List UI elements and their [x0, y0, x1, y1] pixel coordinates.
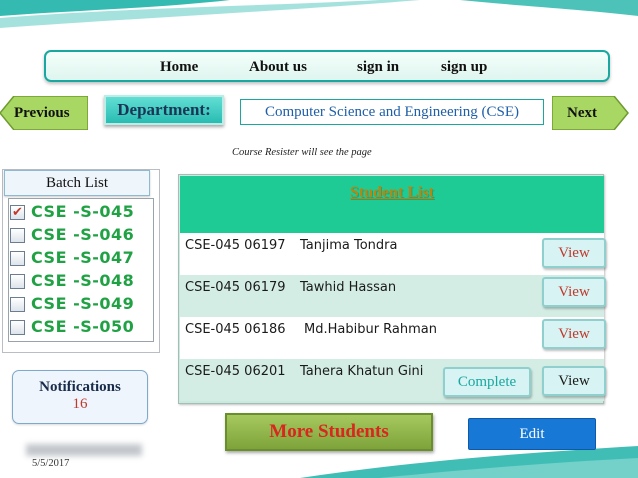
batch-item-label: CSE -S-048 — [31, 271, 135, 290]
student-row: CSE-045 06186 Md.Habibur Rahman — [180, 317, 604, 359]
top-navbar: Home About us sign in sign up — [44, 50, 610, 82]
next-label: Next — [567, 105, 597, 121]
student-name: Tanjima Tondra — [300, 238, 398, 253]
nav-about-us[interactable]: About us — [249, 59, 307, 76]
batch-item-cse-s-045[interactable]: ✔ CSE -S-045 — [10, 201, 140, 223]
student-name: Md.Habibur Rahman — [304, 322, 437, 337]
department-label: Department: — [104, 95, 224, 125]
student-row: CSE-045 06179 Tawhid Hassan — [180, 275, 604, 317]
checkbox-icon[interactable] — [10, 228, 25, 243]
checkbox-checked-icon[interactable]: ✔ — [10, 205, 25, 220]
nav-sign-in[interactable]: sign in — [357, 59, 399, 76]
student-list-panel: Student List CSE-045 06197 Tanjima Tondr… — [178, 174, 604, 404]
notifications-count: 16 — [72, 396, 88, 412]
previous-label: Previous — [14, 105, 70, 121]
batch-item-cse-s-047[interactable]: CSE -S-047 — [10, 247, 140, 269]
top-right-swoosh — [460, 0, 638, 16]
nav-home[interactable]: Home — [160, 59, 198, 76]
batch-item-label: CSE -S-046 — [31, 225, 135, 244]
view-button[interactable]: View — [542, 238, 606, 268]
batch-item-label: CSE -S-050 — [31, 317, 135, 336]
next-button[interactable]: Next — [552, 96, 630, 130]
view-button[interactable]: View — [542, 366, 606, 396]
complete-button[interactable]: Complete — [443, 367, 531, 397]
checkbox-icon[interactable] — [10, 320, 25, 335]
student-name: Tawhid Hassan — [300, 280, 397, 295]
batch-item-cse-s-050[interactable]: CSE -S-050 — [10, 316, 140, 338]
student-id: CSE-045 06179 — [185, 280, 286, 295]
course-register-hint: Course Resister will see the page — [232, 147, 372, 158]
checkbox-icon[interactable] — [10, 274, 25, 289]
checkbox-icon[interactable] — [10, 251, 25, 266]
department-field[interactable]: Computer Science and Engineering (CSE) — [240, 99, 544, 125]
student-row: CSE-045 06201 Tahera Khatun Gini — [180, 359, 604, 401]
more-students-button[interactable]: More Students — [225, 413, 433, 451]
student-id: CSE-045 06197 — [185, 238, 286, 253]
batch-item-cse-s-046[interactable]: CSE -S-046 — [10, 224, 140, 246]
previous-button[interactable]: Previous — [0, 96, 88, 130]
batch-item-label: CSE -S-047 — [31, 248, 135, 267]
blurred-footer-text — [26, 444, 142, 456]
view-button[interactable]: View — [542, 277, 606, 307]
student-id: CSE-045 06201 — [185, 364, 286, 379]
student-id: CSE-045 06186 — [185, 322, 286, 337]
student-row: CSE-045 06197 Tanjima Tondra — [180, 233, 604, 275]
student-list-header: Student List — [180, 176, 604, 233]
batch-item-label: CSE -S-049 — [31, 294, 135, 313]
batch-item-label: CSE -S-045 — [31, 202, 135, 221]
view-button[interactable]: View — [542, 319, 606, 349]
student-name: Tahera Khatun Gini — [300, 364, 424, 379]
date-label: 5/5/2017 — [32, 458, 70, 469]
notifications-box[interactable]: Notifications 16 — [12, 370, 148, 424]
edit-button[interactable]: Edit — [468, 418, 596, 450]
batch-item-cse-s-049[interactable]: CSE -S-049 — [10, 293, 140, 315]
checkbox-icon[interactable] — [10, 297, 25, 312]
batch-list-title: Batch List — [4, 170, 150, 196]
student-list-title: Student List — [349, 184, 435, 201]
nav-sign-up[interactable]: sign up — [441, 59, 487, 76]
notifications-label: Notifications — [39, 379, 121, 395]
batch-item-cse-s-048[interactable]: CSE -S-048 — [10, 270, 140, 292]
